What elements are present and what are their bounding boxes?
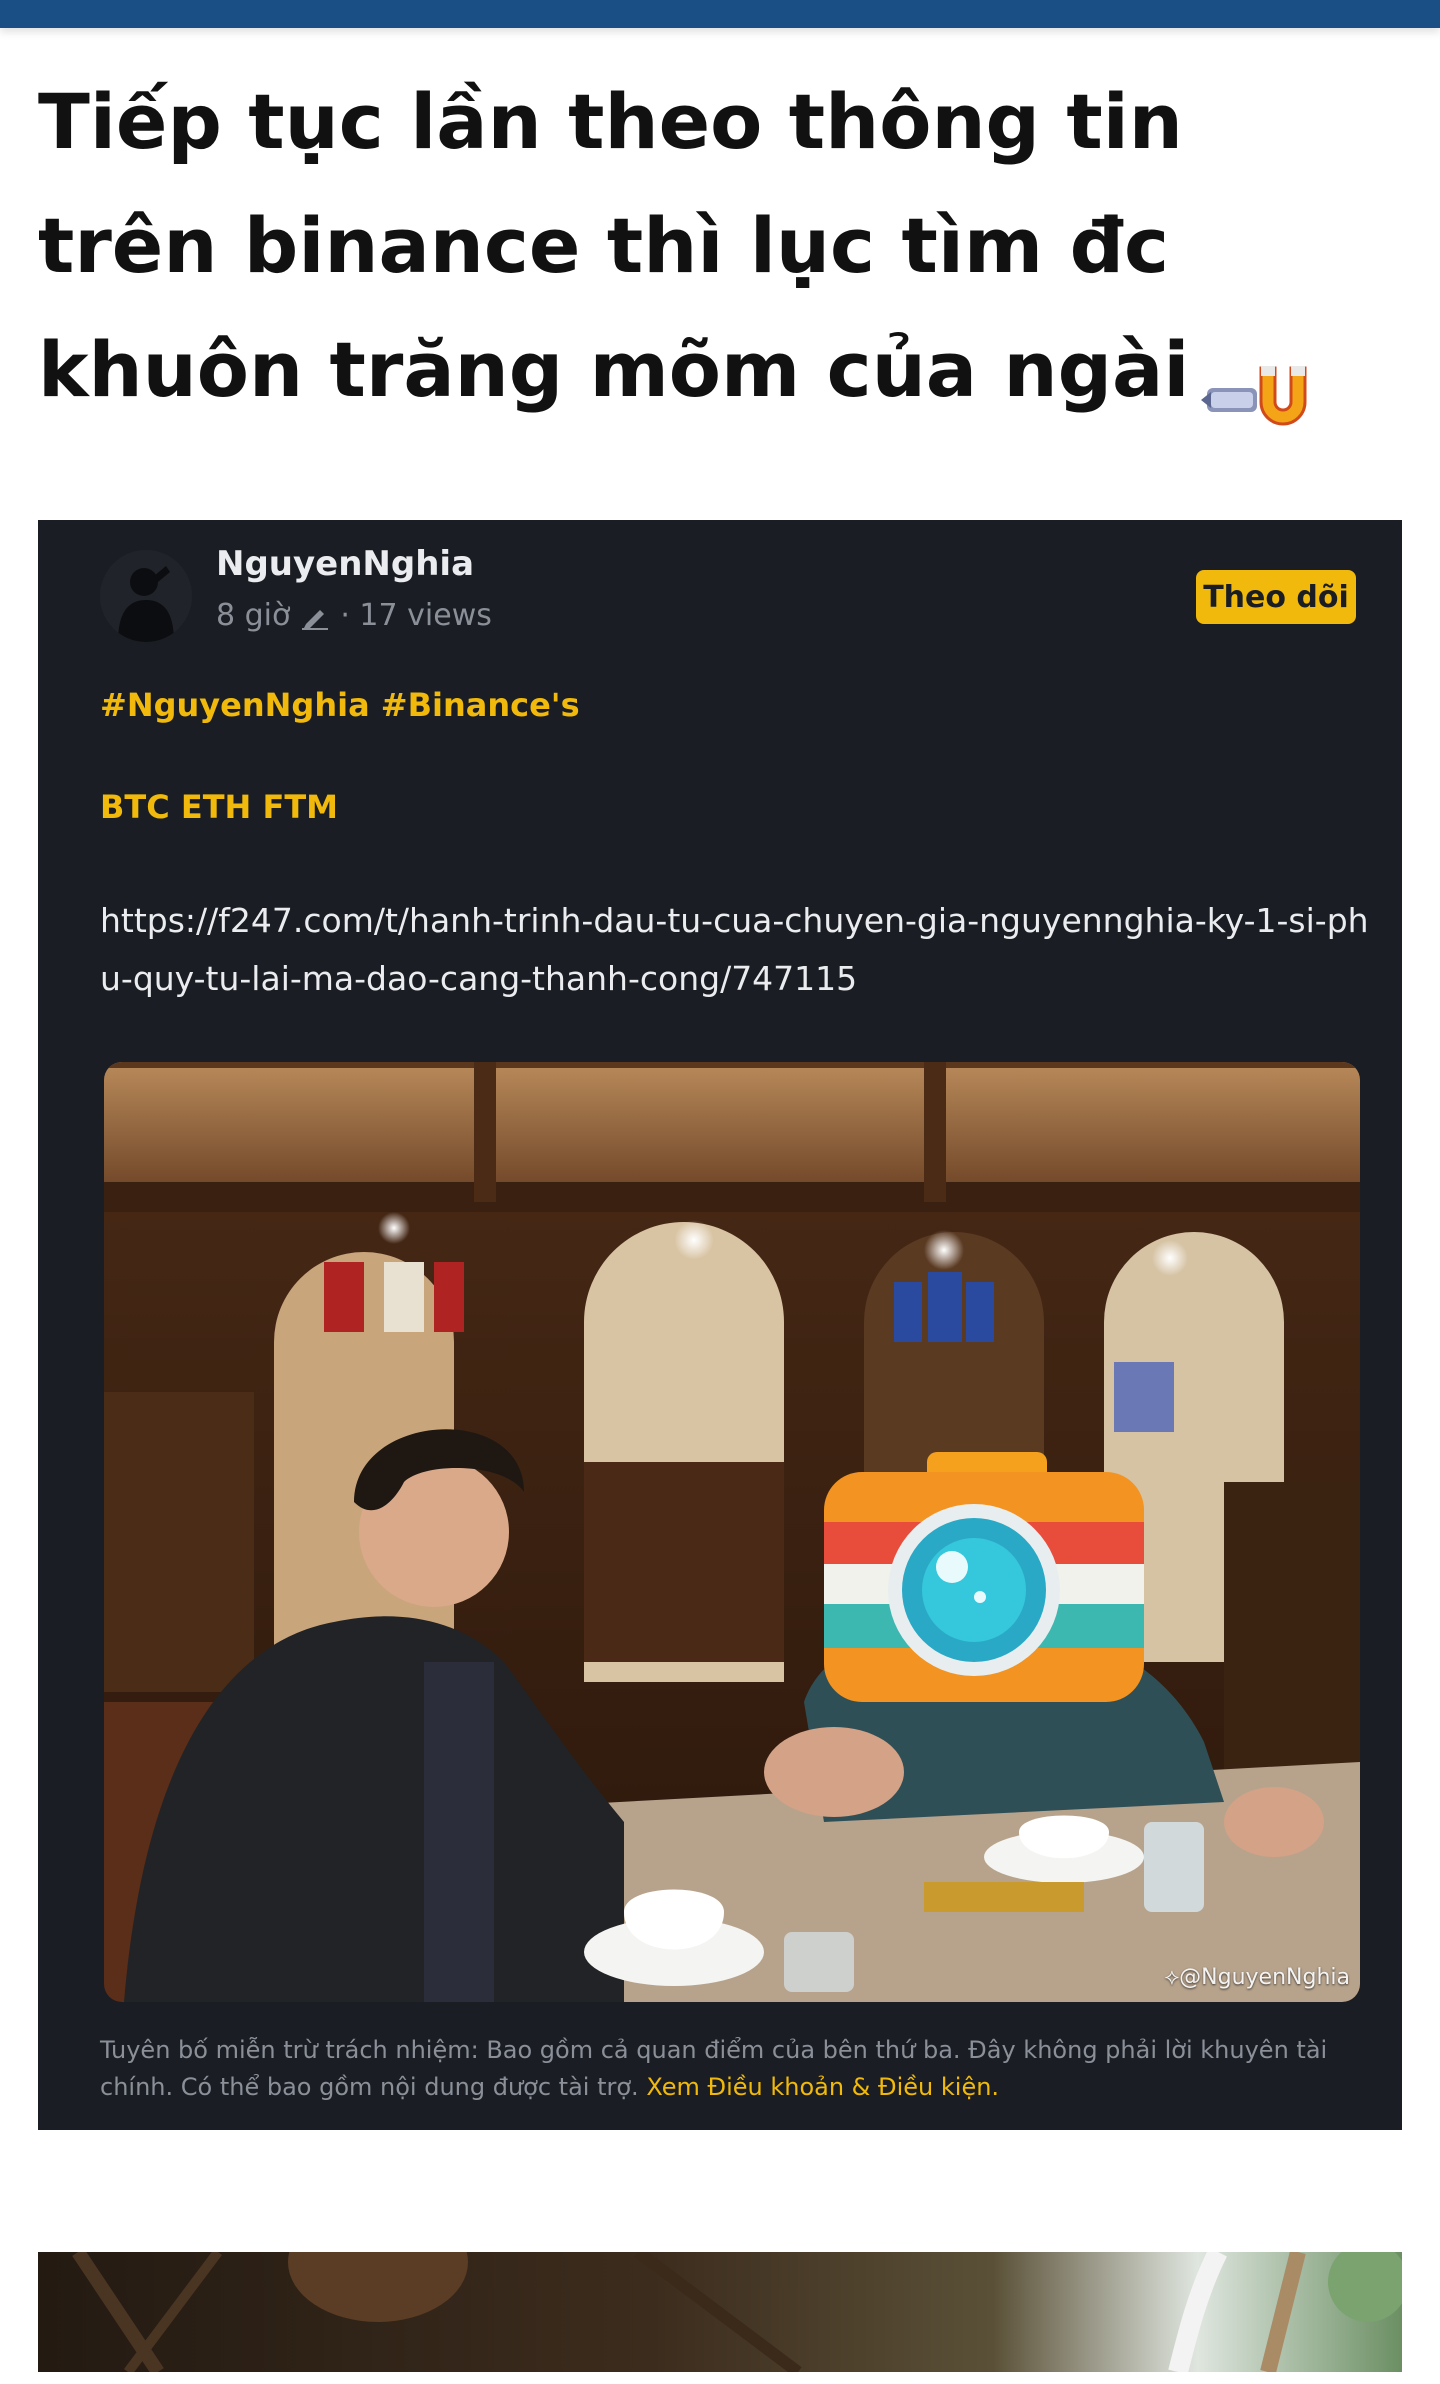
edit-pen-icon [300,603,330,630]
author-name[interactable]: NguyenNghia [216,544,474,584]
avatar[interactable] [100,550,192,642]
follow-button[interactable]: Theo dõi [1196,570,1356,624]
article-link[interactable]: https://f247.com/t/hanh-trinh-dau-tu-cua… [100,892,1380,1008]
post-meta: 8 giờ · 17 views [216,598,492,633]
post-title: Tiếp tục lần theo thông tin trên binance… [38,60,1368,432]
coin-tags[interactable]: BTC ETH FTM [100,788,338,826]
camera-sticker-icon [824,1452,1144,1702]
restaurant-photo [104,1062,1360,2002]
photo-watermark: ⟡@NguyenNghia [1165,1965,1350,1990]
post-views: · 17 views [340,598,492,633]
top-app-bar [0,0,1440,28]
watermark-text: @NguyenNghia [1179,1965,1350,1990]
post-title-text: Tiếp tục lần theo thông tin trên binance… [38,77,1190,414]
next-post-image[interactable] [38,2252,1402,2372]
disclaimer: Tuyên bố miễn trừ trách nhiệm: Bao gồm c… [100,2032,1390,2106]
next-image-preview [72,2252,1402,2372]
binance-post-embed: NguyenNghia 8 giờ · 17 views Theo dõi #N… [38,520,1402,2130]
binance-logo-icon: ⟡ [1164,1965,1180,1990]
post-photo[interactable]: ⟡@NguyenNghia [104,1062,1360,2002]
post-time: 8 giờ [216,598,291,633]
hashtags[interactable]: #NguyenNghia #Binance's [100,686,580,724]
magnet-emoji-icon [1201,340,1311,426]
terms-link[interactable]: Xem Điều khoản & Điều kiện. [646,2073,999,2101]
